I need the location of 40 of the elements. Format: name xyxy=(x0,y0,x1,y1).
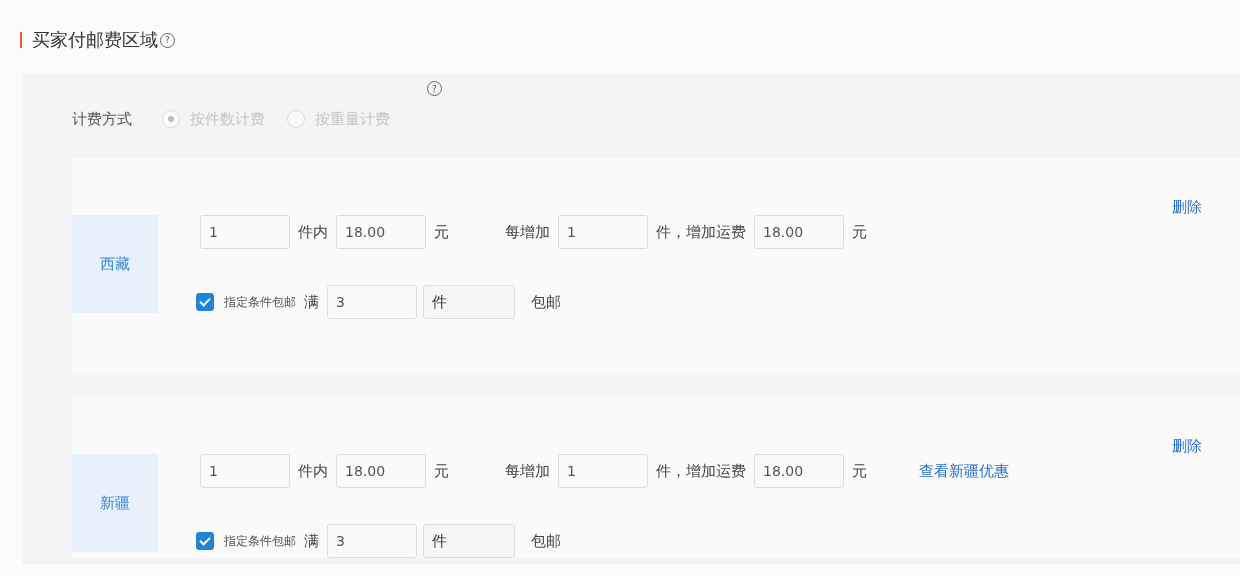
field-label: 每增加 xyxy=(505,461,550,481)
unit-label: 元 xyxy=(434,222,449,242)
unit-label: 元 xyxy=(852,222,867,242)
field-label: 件，增加运费 xyxy=(656,461,746,481)
field-label: 满 xyxy=(304,531,319,551)
input-field[interactable]: 1 xyxy=(558,454,648,488)
unit-label: 元 xyxy=(852,461,867,481)
unit-select[interactable]: 件 xyxy=(423,285,515,319)
checkbox[interactable] xyxy=(196,293,214,311)
field-label: 每增加 xyxy=(505,222,550,242)
section-title: 买家付邮费区域 xyxy=(32,28,158,52)
input-field[interactable]: 18.00 xyxy=(336,215,426,249)
delete-link[interactable]: 删除 xyxy=(1172,198,1202,217)
region-label: 西藏 xyxy=(72,215,158,313)
input-field[interactable]: 3 xyxy=(327,285,417,319)
input-field[interactable]: 1 xyxy=(200,215,290,249)
unit-label: 元 xyxy=(434,461,449,481)
unit-label: 件内 xyxy=(298,222,328,242)
accent-bar xyxy=(20,32,22,48)
radio-button[interactable] xyxy=(287,110,305,128)
field-label: 件，增加运费 xyxy=(656,222,746,242)
field-label: 包邮 xyxy=(531,531,561,551)
region-label: 新疆 xyxy=(72,454,158,552)
offer-link[interactable]: 查看新疆优惠 xyxy=(919,461,1009,481)
input-field[interactable]: 18.00 xyxy=(336,454,426,488)
input-field[interactable]: 1 xyxy=(558,215,648,249)
delete-link[interactable]: 删除 xyxy=(1172,437,1202,456)
field-label: 包邮 xyxy=(531,292,561,312)
field-label: 满 xyxy=(304,292,319,312)
unit-label: 件内 xyxy=(298,461,328,481)
input-field[interactable]: 18.00 xyxy=(754,215,844,249)
unit-select[interactable]: 件 xyxy=(423,524,515,558)
input-field[interactable]: 3 xyxy=(327,524,417,558)
checkbox-label[interactable]: 指定条件包邮 xyxy=(224,532,296,550)
input-field[interactable]: 1 xyxy=(200,454,290,488)
input-field[interactable]: 18.00 xyxy=(754,454,844,488)
checkbox[interactable] xyxy=(196,532,214,550)
radio-button[interactable] xyxy=(162,110,180,128)
field-label: 计费方式 xyxy=(72,109,132,129)
checkbox-label[interactable]: 指定条件包邮 xyxy=(224,293,296,311)
